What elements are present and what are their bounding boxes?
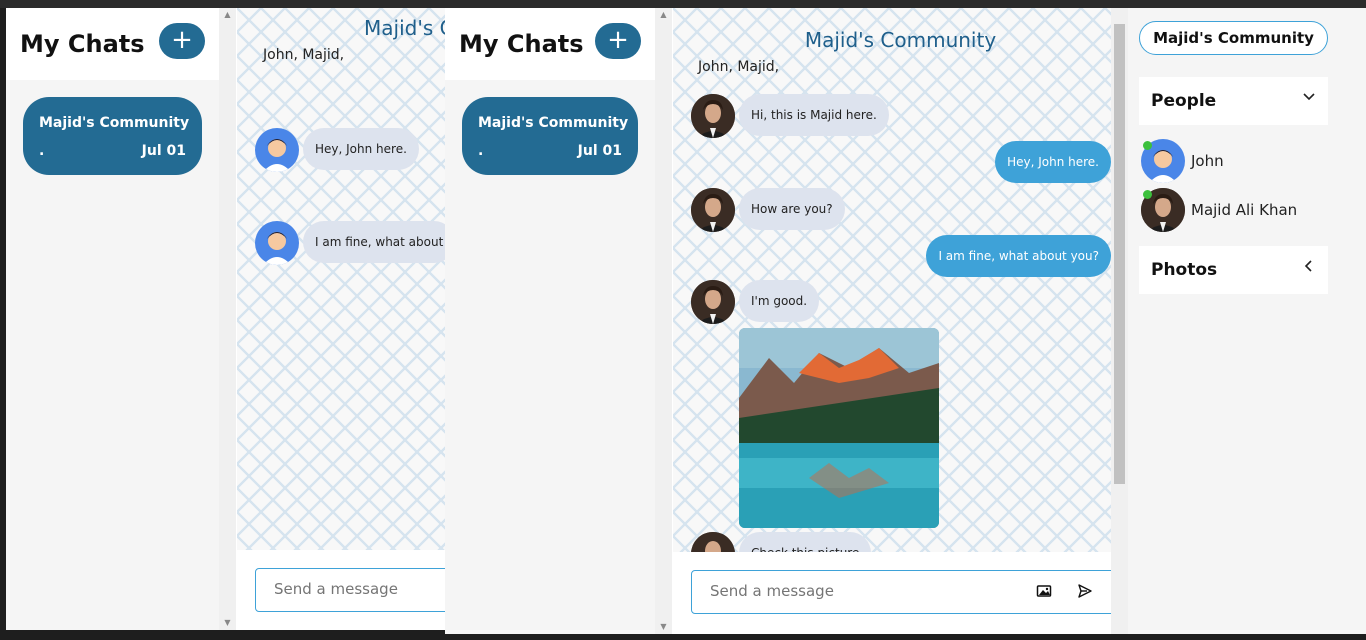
sidebar-title: My Chats <box>459 30 584 58</box>
sidebar-header: My Chats + <box>445 8 655 80</box>
details-panel: Majid's Community People John Majid Ali … <box>1128 8 1366 634</box>
chat-scrollbar[interactable] <box>1111 8 1128 634</box>
message-bubble: I am fine, what about <box>303 221 456 263</box>
scroll-up-icon[interactable]: ▲ <box>655 8 672 22</box>
message-bubble: I'm good. <box>739 280 820 322</box>
scroll-down-icon[interactable]: ▼ <box>219 616 236 630</box>
online-status-icon <box>1143 141 1152 150</box>
chat-name: Majid's Community <box>478 115 629 131</box>
chat-members: John, Majid, <box>263 47 345 63</box>
photos-label: Photos <box>1151 260 1218 280</box>
add-chat-button[interactable]: + <box>595 23 641 59</box>
message-bubble: Hi, this is Majid here. <box>739 94 889 136</box>
chat-list-item[interactable]: Majid's Community . Jul 01 <box>23 97 202 175</box>
people-section-header[interactable]: People <box>1139 77 1328 125</box>
person-photo-icon <box>691 94 735 138</box>
chat-sidebar: My Chats + Majid's Community . Jul 01 <box>6 8 219 630</box>
scroll-thumb[interactable] <box>1114 24 1125 484</box>
person-item-john[interactable]: John <box>1141 139 1321 183</box>
chevron-down-icon <box>1302 89 1316 108</box>
sidebar-scrollbar[interactable]: ▲ ▼ <box>655 8 672 634</box>
front-window: My Chats + Majid's Community . Jul 01 ▲ … <box>445 8 1366 634</box>
message-input[interactable] <box>691 570 1120 614</box>
message-input-bar <box>673 552 1128 634</box>
chat-title: Majid's Community <box>804 28 997 52</box>
chat-area: Majid's Community John, Majid, Hi, this … <box>673 8 1128 634</box>
message-bubble-sent: Hey, John here. <box>995 141 1111 183</box>
plus-icon: + <box>171 25 193 55</box>
majid-avatar <box>691 188 735 232</box>
message-bubble: Hey, John here. <box>303 128 419 170</box>
plus-icon: + <box>607 25 629 55</box>
chat-name: Majid's Community <box>39 115 190 131</box>
person-icon <box>263 139 291 172</box>
add-chat-button[interactable]: + <box>159 23 205 59</box>
person-name: Majid Ali Khan <box>1191 201 1298 219</box>
person-name: John <box>1191 152 1224 170</box>
person-icon <box>263 232 291 265</box>
taskbar-strip <box>0 0 1366 8</box>
sidebar-title: My Chats <box>20 30 145 58</box>
send-icon[interactable] <box>1077 583 1093 603</box>
photos-section-header[interactable]: Photos <box>1139 246 1328 294</box>
chat-date: Jul 01 <box>577 143 622 159</box>
people-label: People <box>1151 91 1217 111</box>
community-pill[interactable]: Majid's Community <box>1139 21 1328 55</box>
majid-avatar <box>691 94 735 138</box>
chat-sidebar: My Chats + Majid's Community . Jul 01 <box>445 8 655 634</box>
shared-photo[interactable] <box>739 328 939 528</box>
scroll-down-icon[interactable]: ▼ <box>655 620 672 634</box>
john-avatar <box>255 128 299 172</box>
sidebar-scrollbar[interactable]: ▲ ▼ <box>219 8 236 630</box>
message-bubble: How are you? <box>739 188 845 230</box>
chat-members: John, Majid, <box>698 59 780 75</box>
majid-avatar <box>691 280 735 324</box>
person-photo-icon <box>691 280 735 324</box>
chat-list-item[interactable]: Majid's Community . Jul 01 <box>462 97 638 175</box>
person-item-majid[interactable]: Majid Ali Khan <box>1141 188 1321 232</box>
chevron-left-icon <box>1302 258 1316 277</box>
chat-preview: . <box>478 143 484 159</box>
message-field[interactable] <box>710 582 1010 600</box>
sidebar-header: My Chats + <box>6 8 219 80</box>
scroll-up-icon[interactable]: ▲ <box>219 8 236 22</box>
chat-date: Jul 01 <box>141 143 186 159</box>
image-icon[interactable] <box>1036 583 1052 603</box>
person-photo-icon <box>691 188 735 232</box>
landscape-image <box>739 328 939 528</box>
message-bubble-sent: I am fine, what about you? <box>926 235 1111 277</box>
chat-preview: . <box>39 143 45 159</box>
john-avatar <box>255 221 299 265</box>
online-status-icon <box>1143 190 1152 199</box>
